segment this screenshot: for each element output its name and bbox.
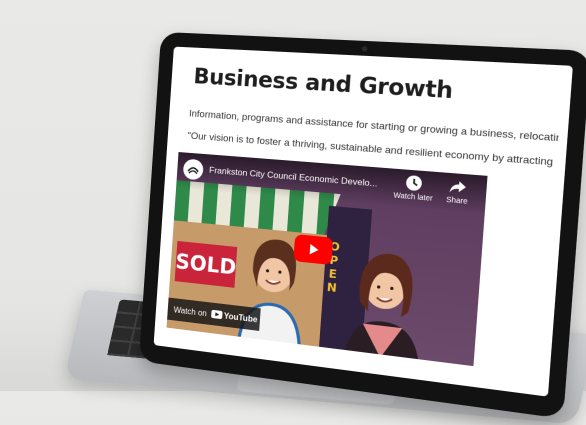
watch-on-label: Watch on xyxy=(173,304,208,318)
laptop-screen: Business and Growth Information, program… xyxy=(153,46,573,397)
channel-logo-icon xyxy=(186,162,201,177)
page-title: Business and Growth xyxy=(192,63,454,104)
channel-avatar-icon[interactable] xyxy=(182,158,204,181)
watch-later-label: Watch later xyxy=(393,192,433,203)
share-button[interactable]: Share xyxy=(440,177,476,207)
laptop-lid: Business and Growth Information, program… xyxy=(138,31,586,419)
clock-icon xyxy=(405,174,423,192)
illustrated-woman-right xyxy=(342,251,423,367)
youtube-embed[interactable]: SOLD OPEN Frankston City Council Economi… xyxy=(166,152,488,367)
play-icon xyxy=(309,243,319,256)
watch-later-button[interactable]: Watch later xyxy=(391,173,437,203)
share-arrow-icon xyxy=(449,180,467,194)
sold-sign: SOLD xyxy=(174,240,238,288)
play-button[interactable] xyxy=(293,234,334,265)
page-whitespace xyxy=(478,176,563,376)
youtube-wordmark: YouTube xyxy=(223,310,258,324)
youtube-logo-icon xyxy=(210,309,223,320)
youtube-logo: YouTube xyxy=(210,309,258,324)
video-title[interactable]: Frankston City Council Economic Develo..… xyxy=(209,165,388,190)
share-label: Share xyxy=(445,196,468,206)
webcam xyxy=(361,46,367,52)
